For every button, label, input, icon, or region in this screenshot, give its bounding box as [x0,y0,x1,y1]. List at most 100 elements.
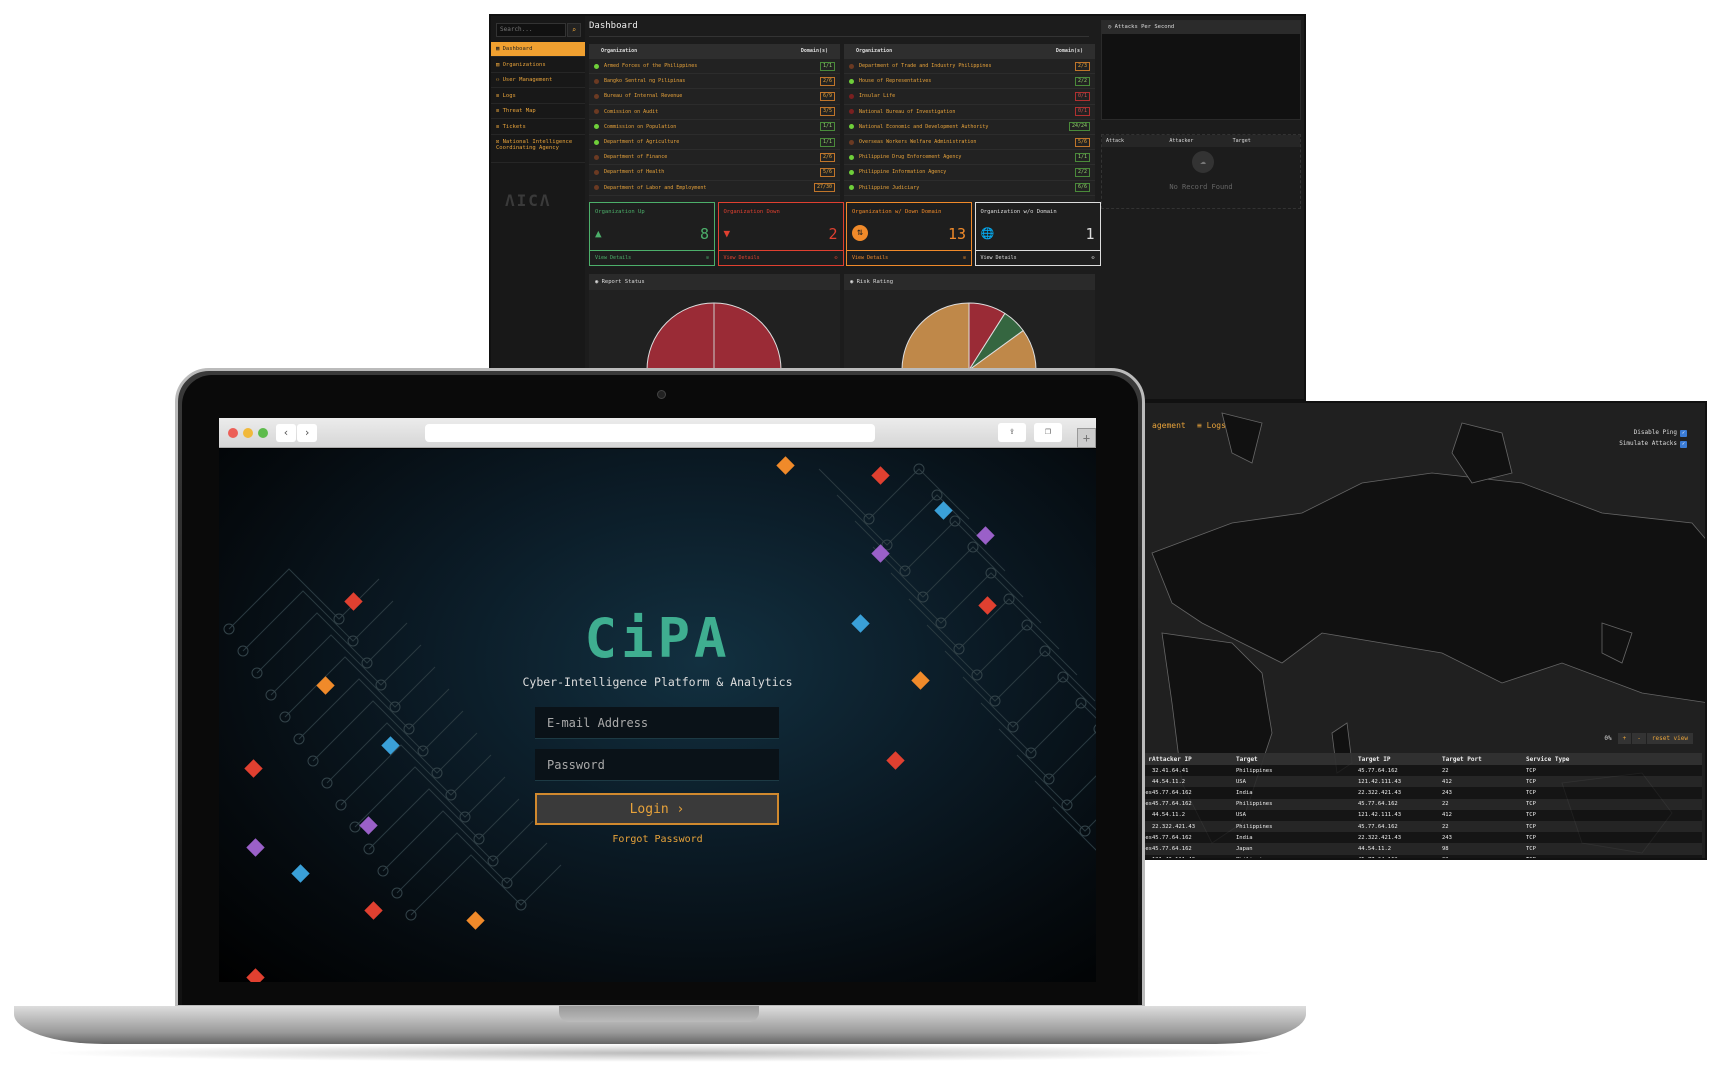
table-cell: 98 [1442,845,1449,852]
org-row[interactable]: Department of Agriculture 1/1 [589,135,840,151]
org-row[interactable]: Comission on Audit 3/5 [589,105,840,120]
sidebar-item-national-intelligence-coordinating-agency[interactable]: ⊡ National Intelligence Coordinating Age… [491,135,585,163]
minimize-window-button[interactable] [243,428,253,438]
new-tab-button[interactable]: + [1077,428,1096,448]
column-header-organization: Organization [601,48,638,54]
sidebar-item-label: Threat Map [502,108,536,114]
address-bar[interactable] [425,424,875,442]
org-name[interactable]: Bureau of Internal Revenue [604,93,820,99]
org-row[interactable]: Insular Life 0/1 [844,89,1095,105]
org-row[interactable]: Philippine Drug Enforcement Agency 1/1 [844,150,1095,166]
org-row[interactable]: Armed Forces of the Philippines 1/1 [589,59,840,75]
table-cell: 22.322.421.43 [1358,834,1402,841]
org-name[interactable]: National Economic and Development Author… [859,124,1069,130]
org-row[interactable]: Overseas Workers Welfare Administration 5… [844,135,1095,151]
nav-user-management[interactable]: agement [1152,421,1186,430]
card-value: 13 [947,225,966,243]
checkbox-checked-icon[interactable]: ✓ [1680,441,1687,448]
org-row[interactable]: Philippine Information Agency 2/2 [844,165,1095,181]
org-name[interactable]: Philippine Judiciary [859,185,1075,191]
tabs-button[interactable]: ❐ [1034,423,1062,442]
login-button[interactable]: Login › [535,793,779,825]
org-row[interactable]: Department of Health 5/6 [589,165,840,181]
chevron-left-icon: ‹ [282,426,290,439]
card-value: 2 [828,225,838,243]
org-name[interactable]: Comission on Audit [604,109,820,115]
sidebar-item-label: Logs [502,92,516,99]
nav-logs[interactable]: ≡ Logs [1197,421,1226,430]
search-button[interactable]: ⌕ [567,23,581,37]
simulate-attacks-toggle[interactable]: Simulate Attacks ✓ [1619,440,1687,448]
sidebar-item-organizations[interactable]: ▥ Organizations [491,58,585,73]
org-name[interactable]: Bangko Sentral ng Pilipinas [604,78,820,84]
org-name[interactable]: Department of Finance [604,154,820,160]
table-cell: 45.77.64.162 [1152,845,1192,852]
reset-view-button[interactable]: reset view [1646,733,1693,744]
org-name[interactable]: House of Representatives [859,78,1075,84]
close-window-button[interactable] [228,428,238,438]
dashboard-window: Search... ⌕ ▦ Dashboard ▥ Organizations ⚇ … [489,14,1306,401]
table-cell: 121.42.111.43 [1358,812,1402,819]
zoom-in-button[interactable]: + [1617,733,1632,744]
org-row[interactable]: Bureau of Internal Revenue 6/9 [589,89,840,105]
back-button[interactable]: ‹ [276,424,296,442]
org-name[interactable]: Armed Forces of the Philippines [604,63,820,69]
org-row[interactable]: House of Representatives 2/2 [844,74,1095,90]
disable-ping-toggle[interactable]: Disable Ping ✓ [1634,429,1687,437]
table-cell: TCP [1526,767,1536,774]
column-header: Attacker [1169,138,1194,144]
org-name[interactable]: Department of Labor and Employment [604,185,814,191]
checkbox-label: Disable Ping [1633,429,1677,436]
org-name[interactable]: Philippine Information Agency [859,169,1075,175]
stat-card-organization-w-down-domain: Organization w/ Down Domain ⇅ 13 View Detai… [846,202,972,266]
view-details-link[interactable]: View Details ⊙ [847,250,971,265]
sidebar-item-threat-map[interactable]: ≡ Threat Map [491,104,585,119]
domain-count-badge: 5/6 [1074,137,1090,147]
checkbox-checked-icon[interactable]: ✓ [1680,430,1687,437]
org-row[interactable]: National Economic and Development Author… [844,120,1095,135]
search-input[interactable]: Search... [496,23,566,37]
status-dot [594,185,599,191]
forgot-password-link[interactable]: Forgot Password [219,834,1096,845]
org-name[interactable]: Overseas Workers Welfare Administration [859,139,1075,145]
org-name[interactable]: Insular Life [859,93,1075,99]
maximize-window-button[interactable] [258,428,268,438]
forward-button[interactable]: › [297,424,317,442]
table-cell: 121.42.111.43 [1152,857,1236,858]
view-details-link[interactable]: View Details ⊙ [590,250,714,265]
login-page: CiPA Cyber-Intelligence Platform & Analy… [219,449,1096,982]
org-name[interactable]: Department of Trade and Industry Philipp… [859,63,1075,69]
domain-count-badge: 2/2 [1074,167,1090,177]
table-cell: 412 [1442,812,1452,819]
table-cell: USA [1236,812,1246,819]
email-input[interactable] [535,707,779,739]
sidebar-item-user-management[interactable]: ⚇ User Management [491,73,585,88]
org-row[interactable]: Department of Finance 2/6 [589,150,840,166]
zoom-out-button[interactable]: - [1632,733,1646,744]
share-button[interactable]: ⇪ [998,423,1026,442]
org-name[interactable]: Philippine Drug Enforcement Agency [859,154,1075,160]
password-input[interactable] [535,749,779,781]
view-details-link[interactable]: View Details ⊙ [975,250,1100,265]
org-name[interactable]: Commission on Population [604,124,820,130]
chart-title-text: Risk Rating [856,279,894,285]
org-row[interactable]: Department of Labor and Employment 27/30 [589,181,840,196]
circuit-line [872,546,1024,598]
sidebar-item-logs[interactable]: ≡ Logs [491,89,585,104]
status-dot [594,109,599,115]
org-row[interactable]: Department of Trade and Industry Philipp… [844,59,1095,75]
org-row[interactable]: Bangko Sentral ng Pilipinas 2/6 [589,74,840,90]
sidebar-item-dashboard[interactable]: ▦ Dashboard [491,42,585,57]
table-header: Organization Domain(s) [589,44,840,59]
org-name[interactable]: National Bureau of Investigation [859,109,1075,115]
status-dot [849,169,854,175]
org-row[interactable]: Philippine Judiciary 6/6 [844,181,1095,196]
table-cell: 45.77.64.162 [1152,789,1192,796]
org-name[interactable]: Department of Health [604,169,820,175]
org-row[interactable]: National Bureau of Investigation 0/1 [844,105,1095,120]
org-row[interactable]: Commission on Population 1/1 [589,120,840,135]
view-details-link[interactable]: View Details ⊙ [718,250,843,265]
circuit-line [340,744,492,806]
sidebar-item-tickets[interactable]: ≡ Tickets [491,120,585,135]
org-name[interactable]: Department of Agriculture [604,139,820,145]
